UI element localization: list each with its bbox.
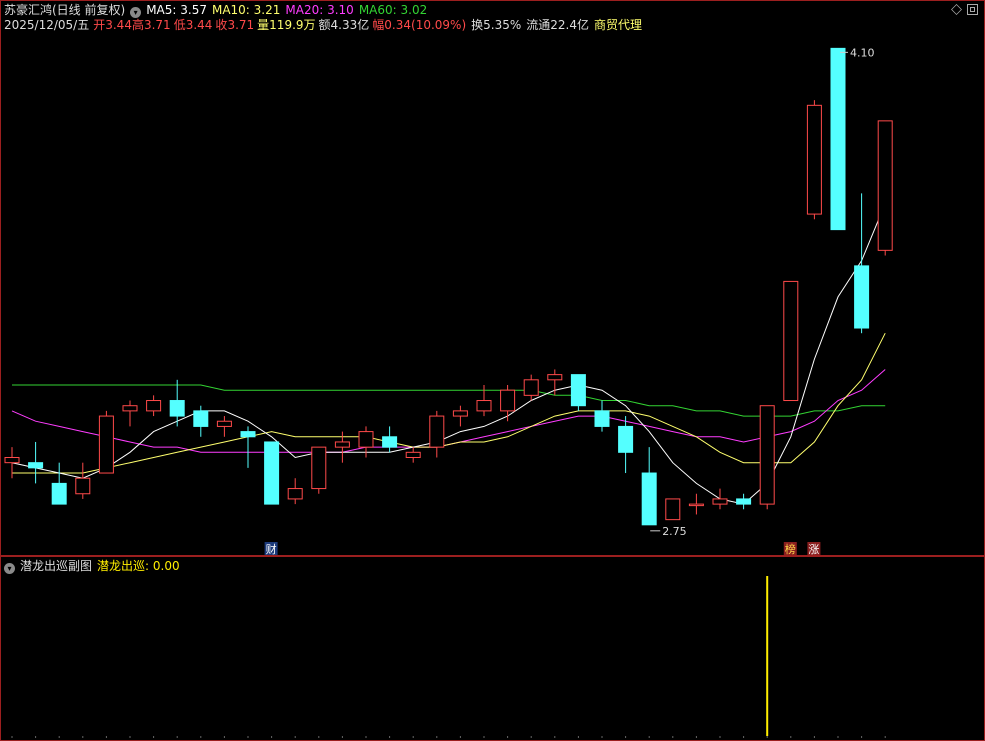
candle-body (806, 104, 822, 215)
ma10-line (12, 332, 886, 474)
candle-body (500, 389, 516, 412)
candle-body (358, 431, 374, 448)
candle-body (570, 374, 586, 407)
candle-body (594, 410, 610, 427)
event-badge-label: 涨 (808, 543, 819, 556)
candle-body (193, 410, 209, 427)
candle-body (877, 120, 893, 251)
high-price-label: 4.10 (850, 46, 875, 59)
candle-body (240, 431, 256, 438)
ma20-line (11, 369, 886, 453)
candle-body (854, 265, 870, 329)
candle-body (146, 400, 162, 412)
candle-body (98, 415, 114, 474)
event-badge-label: 榜 (785, 542, 796, 556)
candle-body (688, 503, 704, 507)
candle-body (452, 410, 468, 417)
candle-body (216, 420, 232, 427)
low-price-label: 2.75 (662, 525, 687, 538)
candle-body (665, 498, 681, 521)
candle-body (287, 488, 303, 500)
candle-body (641, 472, 657, 526)
candle-body (547, 374, 563, 381)
candle-body (736, 498, 752, 505)
candlestick-chart: 4.10 2.75 财 榜涨 (4, 46, 893, 556)
candle-body (28, 462, 44, 469)
candle-body (830, 47, 846, 231)
candle-body (264, 441, 280, 505)
candle-body (4, 456, 20, 464)
candle-body (382, 436, 398, 448)
candle-body (405, 451, 421, 458)
candle-body (712, 498, 728, 505)
candle-body (523, 379, 539, 396)
candle-body (75, 477, 91, 495)
ma60-line (12, 384, 886, 417)
event-badge-label: 财 (266, 542, 277, 556)
candle-body (429, 415, 445, 448)
ma5-line (11, 203, 886, 505)
candle-body (618, 425, 634, 453)
candle-body (759, 405, 775, 505)
candle-body (169, 400, 185, 417)
indicator-chart (11, 576, 886, 738)
candle-body (476, 400, 492, 412)
candle-body (122, 405, 138, 412)
candle-body (51, 482, 67, 505)
candle-body (311, 446, 327, 490)
candle-body (783, 280, 799, 402)
candle-body (334, 441, 350, 448)
